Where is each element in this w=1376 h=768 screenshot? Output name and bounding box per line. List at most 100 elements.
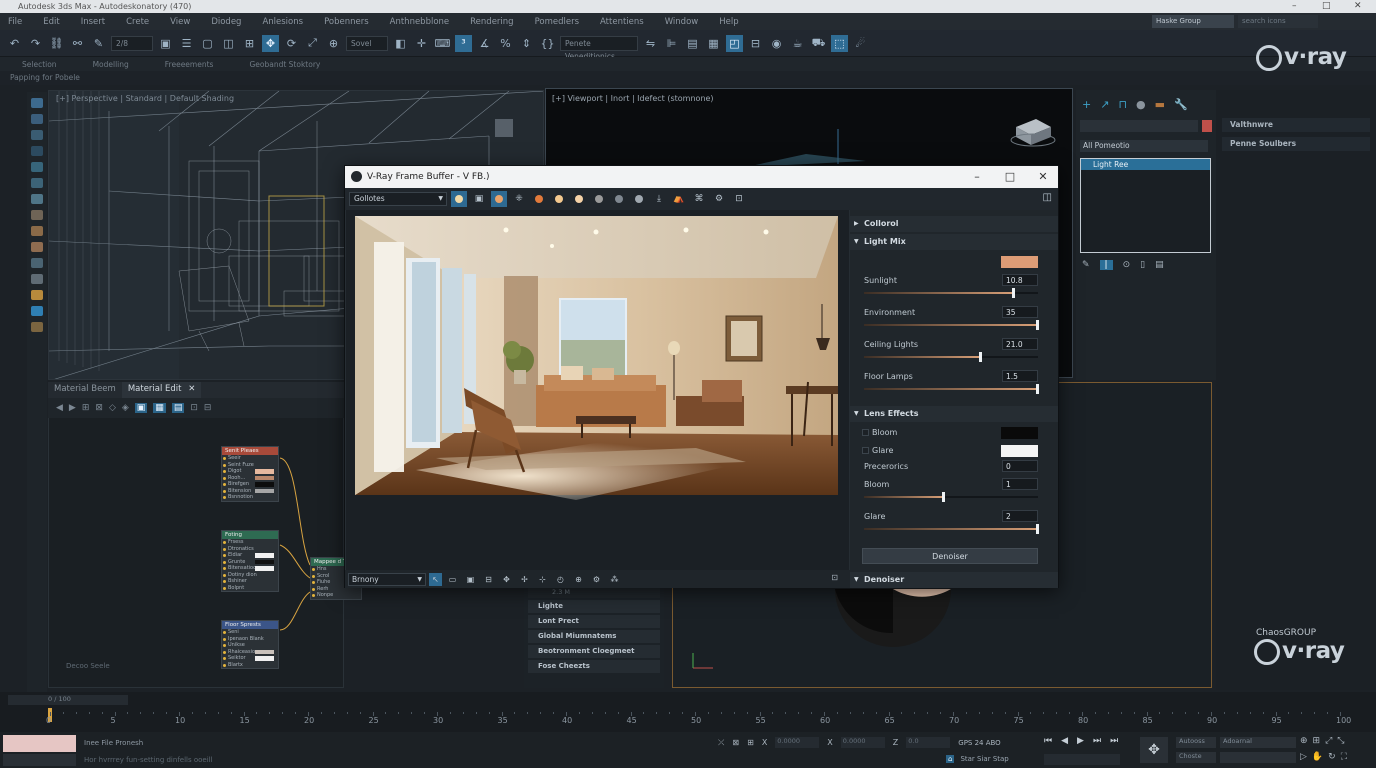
snaps-toggle-icon[interactable]: ³ <box>455 34 472 52</box>
pan-view-icon[interactable]: ✋ <box>1312 752 1323 762</box>
color-swatch[interactable] <box>255 469 274 474</box>
goto-start-icon[interactable]: ⏮ <box>1044 736 1052 746</box>
keyboard-shortcut-icon[interactable]: ⌨ <box>434 35 451 52</box>
slider-handle[interactable] <box>978 352 982 362</box>
color-swatch[interactable] <box>255 649 274 654</box>
align-icon[interactable]: ⊫ <box>663 35 680 52</box>
spinner-snap-icon[interactable]: ⇕ <box>518 35 535 52</box>
render-canvas[interactable] <box>346 210 849 570</box>
edit-named-sets-icon[interactable]: {} <box>539 35 556 52</box>
pin-icon[interactable]: ✎ <box>1082 260 1090 270</box>
hide-unused-icon[interactable]: ◈ <box>122 403 129 413</box>
layer-explorer-icon[interactable]: ▤ <box>684 35 701 52</box>
orbit-icon[interactable]: ↻ <box>1328 752 1336 762</box>
command-name-field[interactable] <box>1080 120 1198 132</box>
delete-node-icon[interactable]: ⊠ <box>95 403 103 413</box>
render-setup-icon[interactable]: ☕ <box>789 35 806 52</box>
configure-icon[interactable]: ▤ <box>1155 260 1164 270</box>
pivot-icon[interactable]: ◧ <box>392 35 409 52</box>
minimize-button[interactable]: – <box>1292 0 1297 13</box>
material-editor-icon[interactable]: ◉ <box>768 35 785 52</box>
delete-icon[interactable]: ▯ <box>1140 260 1145 270</box>
create-tab-icon[interactable]: + <box>1082 98 1091 111</box>
denoiser-button[interactable]: Denoiser <box>862 548 1038 564</box>
hierarchy-icon[interactable] <box>31 130 43 140</box>
light-icon[interactable] <box>31 194 43 204</box>
grid-mode-icon[interactable]: ⊞ <box>747 738 754 747</box>
load-image-icon[interactable]: ⛺ <box>671 191 687 207</box>
scale-icon[interactable]: ⤢ <box>304 35 321 52</box>
slider-handle[interactable] <box>942 492 946 502</box>
rendered-frame-icon[interactable]: ⛟ <box>810 35 827 52</box>
move-children-icon[interactable]: ◇ <box>109 403 116 413</box>
material-node-2[interactable]: Foting Frsess Dtronatics Eldiar Grunte B… <box>221 530 279 592</box>
rollout-lights[interactable]: Lighte <box>528 600 660 613</box>
helper-icon[interactable] <box>31 226 43 236</box>
menu-help[interactable]: Help <box>719 17 738 27</box>
maximize-button[interactable]: □ <box>1322 0 1331 13</box>
pan-tool-icon[interactable]: ✥ <box>499 573 514 586</box>
display-icon[interactable] <box>31 162 43 172</box>
layout-children-icon[interactable]: ▦ <box>153 403 166 413</box>
color-swatch[interactable] <box>255 566 274 571</box>
menu-attentiens[interactable]: Attentiens <box>600 17 644 27</box>
utilities-tab-icon[interactable]: 🔧 <box>1174 98 1188 111</box>
color-swatch[interactable] <box>255 482 274 487</box>
glare-color-swatch[interactable] <box>1001 445 1038 457</box>
material-node-3[interactable]: Floor Sprests Seni Ipenaon Blank Unikse … <box>221 620 279 669</box>
channel-dropdown[interactable]: Gollotes ▼ <box>349 192 447 206</box>
zoom-extents-all-icon[interactable]: ⤡ <box>1337 736 1344 746</box>
menu-view[interactable]: View <box>170 17 190 27</box>
menu-edit[interactable]: Edit <box>43 17 59 27</box>
z-coord-field[interactable]: 0.0 <box>906 737 951 748</box>
mirror-icon[interactable]: ⇋ <box>642 35 659 52</box>
focus-tool-icon[interactable]: ⊹ <box>535 573 550 586</box>
ceiling-lights-slider[interactable] <box>864 352 1038 362</box>
render-production-icon[interactable]: ⬚ <box>831 34 848 52</box>
fit-view-icon[interactable]: ⊡ <box>831 573 838 582</box>
assign-material-icon[interactable]: ⊞ <box>82 403 90 413</box>
extra-tool-icon[interactable]: ⁂ <box>607 573 622 586</box>
maximize-viewport-icon[interactable]: ⛶ <box>1341 752 1347 762</box>
bind-icon[interactable]: ✎ <box>90 35 107 52</box>
viewport-label-shaded[interactable]: [+] Viewport | Inort | Idefect (stomnone… <box>552 94 714 103</box>
modifier-active-icon[interactable]: | <box>1099 260 1113 270</box>
ribbon-tab-freeform[interactable]: Freeeements <box>165 60 214 69</box>
zoom-icon[interactable]: ⊕ <box>1300 736 1308 746</box>
object-list-selected[interactable]: Light Ree <box>1081 159 1210 170</box>
history-icon[interactable]: ⌘ <box>691 191 707 207</box>
select-in-scene-icon[interactable]: ▤ <box>171 403 185 413</box>
pick-material-icon[interactable]: ◀ <box>56 403 63 413</box>
close-button[interactable]: ✕ <box>1354 0 1362 13</box>
hierarchy-tab-icon[interactable]: ⊓ <box>1118 98 1127 111</box>
window-crossing-icon[interactable]: ◫ <box>220 35 237 52</box>
interactive-icon[interactable]: ⚙ <box>711 191 727 207</box>
nav-icon[interactable]: ⊟ <box>204 403 212 413</box>
tab-material-browser[interactable]: Material Beem <box>48 382 122 398</box>
rollout-fose-cheezts[interactable]: Fose Cheezts <box>528 660 660 673</box>
render-iterative-icon[interactable]: ☄ <box>852 35 869 52</box>
ceiling-lights-value-field[interactable]: 21.0 <box>1002 338 1038 350</box>
red-channel-icon[interactable] <box>531 191 547 207</box>
set-key-button[interactable]: Choste <box>1176 752 1216 763</box>
add-time-tag-icon[interactable]: ⌂ <box>946 755 955 763</box>
sunlight-slider[interactable] <box>864 288 1038 298</box>
glare-checkbox[interactable] <box>862 447 869 454</box>
region-render-icon[interactable]: ▣ <box>471 191 487 207</box>
workspace-dropdown[interactable]: Haske Group <box>1152 15 1234 28</box>
menu-pomedlers[interactable]: Pomedlers <box>535 17 579 27</box>
layout-all-icon[interactable]: ▣ <box>134 403 148 413</box>
auto-key-button[interactable]: Autooss <box>1176 737 1216 748</box>
key-mode-icon[interactable]: ✥ <box>1140 737 1168 763</box>
bloom-color-swatch[interactable] <box>1001 427 1038 439</box>
named-selection-dropdown[interactable]: Penete Veneditionics <box>560 35 638 61</box>
schematic-view-icon[interactable]: ⊟ <box>747 35 764 52</box>
ribbon-tab-modelling[interactable]: Modelling <box>93 60 129 69</box>
alpha-channel-icon[interactable] <box>591 191 607 207</box>
move-icon[interactable]: ✥ <box>262 34 279 52</box>
next-frame-icon[interactable]: ⏭ <box>1093 736 1101 746</box>
rollout-valthnwre[interactable]: Valthnwre <box>1222 118 1370 132</box>
select-by-name-icon[interactable]: ☰ <box>178 35 195 52</box>
track-mouse-icon[interactable] <box>491 191 507 207</box>
section-lens-effects[interactable]: ▼ Lens Effects <box>850 406 1058 422</box>
